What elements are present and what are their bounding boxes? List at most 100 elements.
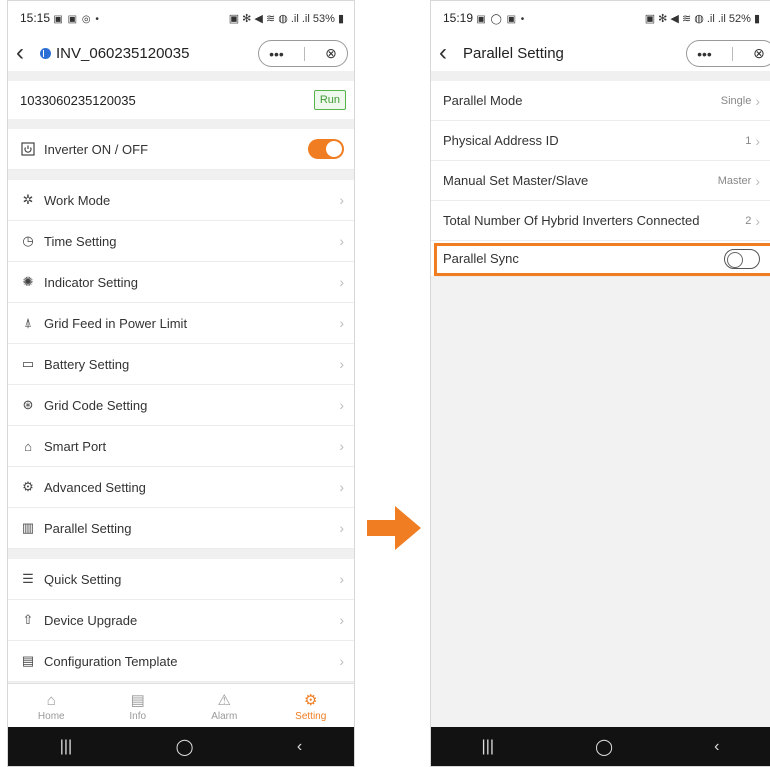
menu-item-quick-setting[interactable]: ☰ Quick Setting ›: [8, 559, 354, 600]
serial-row: 1033060235120035 Run: [8, 81, 354, 119]
back-button[interactable]: ‹: [297, 738, 302, 756]
nav-bar: ‹ INV_060235120035 ••• ⊗: [8, 35, 354, 71]
tab-home[interactable]: ⌂ Home: [8, 684, 95, 729]
chevron-right-icon: ›: [339, 356, 344, 372]
menu-item-battery-setting[interactable]: ▭ Battery Setting ›: [8, 344, 354, 385]
battery-icon: ▭: [21, 356, 35, 371]
setting-value: Master: [717, 174, 752, 187]
chevron-right-icon: ›: [339, 479, 344, 495]
setting-value: 1: [745, 134, 752, 147]
menu-item-label: Device Upgrade: [44, 612, 138, 628]
clock-icon: ◷: [22, 233, 34, 248]
close-icon[interactable]: ⊗: [753, 45, 765, 62]
close-icon[interactable]: ⊗: [325, 45, 337, 62]
tab-home-label: Home: [37, 710, 65, 722]
bottom-tab-bar: ⌂ Home ▤ Info ⚠ Alarm ⚙ Setting: [8, 683, 354, 729]
status-time: 15:15: [20, 11, 51, 25]
device-name: INV_060235120035: [56, 44, 190, 62]
serial-number: 1033060235120035: [20, 92, 136, 108]
menu-item-label: Battery Setting: [44, 356, 130, 372]
menu-item-label: Configuration Template: [44, 653, 178, 669]
recent-apps-button[interactable]: |||: [60, 738, 72, 756]
nav-bar: ‹ Parallel Setting ••• ⊗: [431, 35, 770, 71]
more-icon[interactable]: •••: [697, 46, 712, 62]
menu-item-device-upgrade[interactable]: ⇧ Device Upgrade ›: [8, 600, 354, 641]
menu-item-grid-code-setting[interactable]: ⊛ Grid Code Setting ›: [8, 385, 354, 426]
back-button[interactable]: ‹: [714, 738, 719, 756]
status-system-icons: ▣ ✻ ◀ ≋ ◍ .il .il 53% ▮: [228, 12, 344, 25]
menu-item-advanced-setting[interactable]: ⚙ Advanced Setting ›: [8, 467, 354, 508]
tab-alarm-label: Alarm: [211, 711, 238, 722]
status-bar: 15:15 ▣ ▣ ◎ • ▣ ✻ ◀ ≋ ◍ .il .il 53% ▮: [8, 1, 354, 35]
bluetooth-icon: [40, 47, 51, 59]
status-notification-icons: ▣ ▣ ◎ •: [53, 14, 100, 25]
back-icon[interactable]: ‹: [16, 41, 36, 65]
parallel-settings-list: Parallel Mode Single › Physical Address ID 1…: [431, 81, 770, 241]
right-arrow-icon: [367, 506, 421, 550]
setting-row-parallel-mode[interactable]: Parallel Mode Single ›: [431, 81, 770, 121]
tab-setting-label: Setting: [295, 711, 327, 722]
recent-apps-button[interactable]: |||: [482, 738, 494, 756]
chevron-right-icon: ›: [339, 315, 344, 331]
setting-row-manual-set-master-slave[interactable]: Manual Set Master/Slave Master ›: [431, 161, 770, 201]
back-icon[interactable]: ‹: [439, 41, 459, 65]
chevron-right-icon: ›: [755, 212, 760, 229]
power-tower-icon: ⍋: [24, 315, 32, 330]
setting-icon: ⚙: [304, 692, 318, 709]
power-icon: [20, 141, 36, 157]
inverter-power-label: Inverter ON / OFF: [44, 141, 149, 157]
status-bar: 15:19 ▣ ◯ ▣ • ▣ ✻ ◀ ≋ ◍ .il .il 52% ▮: [431, 1, 770, 35]
setting-row-total-number-of-hybrid-inverters-connected[interactable]: Total Number Of Hybrid Inverters Connect…: [431, 201, 770, 241]
setting-row-physical-address-id[interactable]: Physical Address ID 1 ›: [431, 121, 770, 161]
left-phone-screen: 15:15 ▣ ▣ ◎ • ▣ ✻ ◀ ≋ ◍ .il .il 53% ▮ ‹ …: [7, 0, 355, 767]
indicator-light-icon: ✺: [22, 274, 34, 289]
settings-menu-main: ✲ Work Mode › ◷ Time Setting › ✺ Indicator Sett…: [8, 180, 354, 549]
menu-item-smart-port[interactable]: ⌂ Smart Port ›: [8, 426, 354, 467]
tab-info[interactable]: ▤ Info: [95, 684, 182, 729]
menu-item-label: Grid Code Setting: [44, 397, 148, 413]
settings-menu-secondary: ☰ Quick Setting › ⇧ Device Upgrade › ▤ Configur…: [8, 559, 354, 682]
section-gap: [8, 71, 354, 81]
settings-icon: ⚙: [22, 479, 34, 494]
page-title: Parallel Setting: [463, 44, 564, 62]
menu-item-grid-feed-in-power-limit[interactable]: ⍋ Grid Feed in Power Limit ›: [8, 303, 354, 344]
menu-item-time-setting[interactable]: ◷ Time Setting ›: [8, 221, 354, 262]
miniprogram-capsule: ••• ⊗: [258, 40, 348, 67]
gear-outline-icon: ✲: [22, 192, 34, 207]
setting-label: Manual Set Master/Slave: [443, 173, 589, 188]
chevron-right-icon: ›: [339, 653, 344, 669]
inverter-power-row: Inverter ON / OFF: [8, 129, 354, 170]
tab-setting[interactable]: ⚙ Setting: [268, 684, 355, 729]
menu-item-work-mode[interactable]: ✲ Work Mode ›: [8, 180, 354, 221]
status-badge: Run: [313, 90, 346, 110]
parallel-sync-highlight: [434, 243, 770, 276]
section-gap: [8, 549, 354, 559]
menu-item-label: Indicator Setting: [44, 274, 138, 290]
tab-alarm[interactable]: ⚠ Alarm: [181, 684, 268, 729]
setting-value: 2: [745, 214, 752, 227]
chevron-right-icon: ›: [339, 438, 344, 454]
chevron-right-icon: ›: [339, 571, 344, 587]
menu-item-label: Parallel Setting: [44, 520, 132, 536]
system-navigation-bar: ||| ◯ ‹: [8, 727, 354, 766]
inverter-power-toggle[interactable]: [308, 139, 344, 159]
status-notification-icons: ▣ ◯ ▣ •: [476, 14, 526, 25]
menu-item-label: Work Mode: [44, 192, 111, 208]
home-button[interactable]: ◯: [595, 737, 613, 757]
system-navigation-bar: ||| ◯ ‹: [431, 727, 770, 766]
menu-item-label: Time Setting: [44, 233, 117, 249]
section-gap: [431, 71, 770, 81]
menu-item-configuration-template[interactable]: ▤ Configuration Template ›: [8, 641, 354, 682]
capsule-divider: [303, 46, 305, 61]
menu-item-parallel-setting[interactable]: ▥ Parallel Setting ›: [8, 508, 354, 549]
setting-label: Physical Address ID: [443, 133, 559, 148]
info-doc-icon: ▤: [130, 692, 145, 709]
sliders-icon: ☰: [22, 571, 34, 586]
more-icon[interactable]: •••: [269, 46, 284, 62]
chevron-right-icon: ›: [339, 274, 344, 290]
section-gap: [8, 119, 354, 129]
miniprogram-capsule: ••• ⊗: [686, 40, 770, 67]
home-button[interactable]: ◯: [176, 737, 194, 757]
menu-item-indicator-setting[interactable]: ✺ Indicator Setting ›: [8, 262, 354, 303]
chevron-right-icon: ›: [339, 397, 344, 413]
